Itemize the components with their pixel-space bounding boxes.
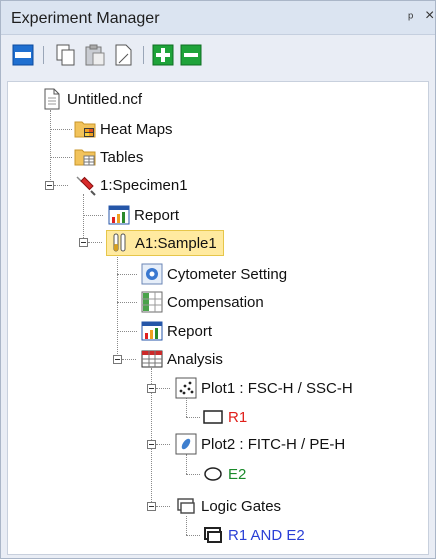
view-toggle-icon[interactable]	[11, 43, 35, 67]
close-icon[interactable]: ×	[425, 7, 434, 25]
logic-gate-icon	[177, 498, 195, 514]
toolbar-separator	[143, 46, 144, 64]
syringe-icon	[76, 176, 96, 196]
collapse-toggle[interactable]	[147, 440, 156, 449]
tree-connector	[122, 359, 136, 360]
tree-node-label: A1:Sample1	[135, 234, 217, 252]
test-tube-icon	[113, 233, 126, 252]
tree-node-label: Report	[134, 206, 180, 224]
copy-icon[interactable]	[53, 43, 77, 67]
density-plot-icon	[175, 433, 197, 455]
tree-node-specimen[interactable]: 1:Specimen1	[74, 172, 188, 198]
tree-node-analysis[interactable]: Analysis	[141, 346, 223, 372]
toolbar-separator	[43, 46, 44, 64]
report-chart-icon	[108, 205, 130, 225]
collapse-toggle[interactable]	[147, 502, 156, 511]
collapse-toggle[interactable]	[45, 181, 54, 190]
tree-connector	[186, 417, 200, 418]
document-icon	[44, 88, 60, 110]
tree-node-label: E2	[228, 465, 247, 483]
tree-connector	[83, 215, 103, 216]
tree-node-label: Tables	[100, 148, 144, 166]
document-icon[interactable]	[111, 43, 135, 67]
report-chart-icon	[141, 321, 163, 341]
dot-plot-icon	[175, 377, 197, 399]
tree-connector	[156, 506, 170, 507]
tree-connector	[117, 331, 137, 332]
tree-node-label: Plot1 : FSC-H / SSC-H	[201, 379, 353, 397]
tree-node-label: R1	[228, 408, 248, 426]
tree-connector	[156, 444, 170, 445]
tree-node-plot1[interactable]: Plot1 : FSC-H / SSC-H	[175, 375, 353, 401]
experiment-tree[interactable]: Untitled.ncf Heat Maps Tables 1:Specimen…	[7, 81, 429, 555]
folder-table-icon	[74, 149, 96, 166]
tree-node-cytometer-setting[interactable]: Cytometer Setting	[141, 261, 287, 287]
tree-connector	[117, 274, 137, 275]
collapse-toggle[interactable]	[113, 355, 122, 364]
tree-connector	[117, 302, 137, 303]
tree-connector	[117, 254, 118, 362]
tree-connector	[83, 194, 84, 242]
paste-icon[interactable]	[83, 43, 107, 67]
logic-gate-icon	[204, 527, 222, 543]
tree-node-label: Untitled.ncf	[67, 90, 143, 108]
tree-connector	[50, 157, 72, 158]
toolbar	[1, 36, 435, 76]
folder-heatmap-icon	[74, 121, 96, 138]
remove-icon[interactable]	[179, 43, 203, 67]
experiment-manager-panel: Experiment Manager ᵖ × Untitled.ncf Heat…	[0, 0, 436, 559]
tree-node-gate-r1[interactable]: R1	[202, 404, 247, 430]
analysis-table-icon	[141, 350, 163, 368]
tree-node-label: Report	[167, 322, 213, 340]
tree-connector	[50, 110, 51, 184]
tree-node-logic-gate-r1-and-e2[interactable]: R1 AND E2	[202, 522, 305, 548]
pin-icon[interactable]: ᵖ	[408, 9, 413, 25]
tree-node-label: Analysis	[167, 350, 223, 368]
add-icon[interactable]	[151, 43, 175, 67]
tree-connector	[50, 129, 72, 130]
tree-node-sample-selected[interactable]: A1:Sample1	[106, 230, 224, 256]
tree-node-logic-gates[interactable]: Logic Gates	[175, 493, 281, 519]
tree-connector	[54, 185, 68, 186]
tree-connector	[186, 535, 200, 536]
gear-settings-icon	[141, 263, 163, 285]
tree-node-label: Plot2 : FITC-H / PE-H	[201, 435, 346, 453]
rectangle-gate-icon	[203, 410, 223, 424]
tree-connector	[186, 474, 200, 475]
tree-node-tables[interactable]: Tables	[74, 144, 143, 170]
tree-connector	[88, 242, 102, 243]
tree-node-heat-maps[interactable]: Heat Maps	[74, 116, 173, 142]
tree-node-specimen-report[interactable]: Report	[108, 202, 179, 228]
tree-node-label: Logic Gates	[201, 497, 282, 515]
tree-node-compensation[interactable]: Compensation	[141, 289, 264, 315]
title-bar: Experiment Manager ᵖ ×	[1, 1, 435, 35]
compensation-grid-icon	[141, 291, 163, 313]
tree-node-label: Compensation	[167, 293, 264, 311]
tree-node-label: R1 AND E2	[228, 526, 305, 544]
tree-node-sample-report[interactable]: Report	[141, 318, 212, 344]
collapse-toggle[interactable]	[79, 238, 88, 247]
ellipse-gate-icon	[204, 467, 222, 481]
tree-node-label: Heat Maps	[100, 120, 173, 138]
tree-node-plot2[interactable]: Plot2 : FITC-H / PE-H	[175, 431, 345, 457]
tree-node-file[interactable]: Untitled.ncf	[41, 86, 142, 112]
tree-node-gate-e2[interactable]: E2	[202, 461, 246, 487]
tree-node-label: Cytometer Setting	[167, 265, 288, 283]
tree-connector	[186, 454, 187, 474]
tree-node-label: 1:Specimen1	[100, 176, 188, 194]
tree-connector	[156, 388, 170, 389]
panel-title: Experiment Manager	[11, 10, 160, 27]
collapse-toggle[interactable]	[147, 384, 156, 393]
